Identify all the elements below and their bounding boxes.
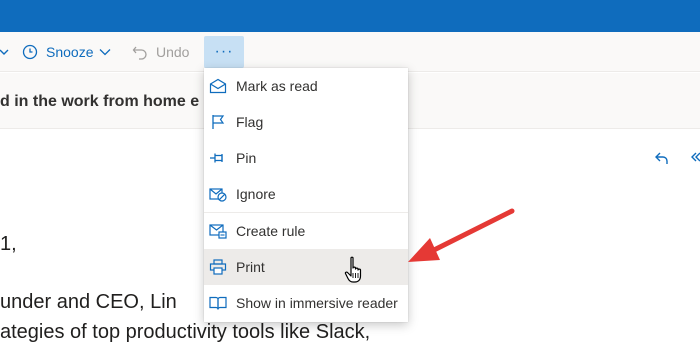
more-actions-menu: Mark as read Flag Pin Ignore Create rule…	[204, 68, 408, 322]
menu-item-print[interactable]: Print	[204, 249, 408, 285]
undo-label: Undo	[156, 44, 190, 60]
menu-item-label: Flag	[236, 114, 264, 130]
menu-item-mark-as-read[interactable]: Mark as read	[204, 68, 408, 104]
more-actions-icon: ···	[214, 43, 234, 60]
message-body-line: under and CEO, Lin	[0, 291, 177, 313]
immersive-reader-icon	[208, 293, 228, 313]
chevron-down-icon[interactable]	[99, 48, 111, 56]
menu-item-label: Show in immersive reader	[236, 295, 398, 311]
undo-button[interactable]: Undo	[132, 36, 189, 68]
chevron-down-icon[interactable]	[0, 44, 10, 60]
pin-icon	[208, 148, 228, 168]
reply-actions	[655, 152, 700, 164]
ignore-icon	[208, 184, 228, 204]
annotation-arrow	[408, 208, 515, 262]
more-actions-button[interactable]: ···	[204, 36, 244, 68]
clock-icon	[22, 44, 38, 60]
menu-item-pin[interactable]: Pin	[204, 140, 408, 176]
app-header-bar	[0, 0, 700, 32]
reply-icon[interactable]	[655, 152, 668, 164]
snooze-button[interactable]: Snooze	[22, 36, 111, 68]
menu-item-label: Ignore	[236, 186, 276, 202]
reply-all-icon[interactable]	[691, 152, 700, 162]
envelope-open-icon	[208, 76, 228, 96]
flag-icon	[208, 112, 228, 132]
message-subject: d in the work from home e	[0, 93, 200, 110]
message-body-line: 1,	[0, 233, 17, 255]
menu-item-label: Print	[236, 259, 265, 275]
menu-item-label: Pin	[236, 150, 257, 166]
menu-item-label: Create rule	[236, 223, 306, 239]
snooze-label: Snooze	[46, 44, 94, 60]
printer-icon	[208, 257, 228, 277]
undo-icon	[132, 46, 147, 60]
message-body-line: ategies of top productivity tools like S…	[0, 321, 371, 343]
menu-item-immersive-reader[interactable]: Show in immersive reader	[204, 285, 408, 321]
message-toolbar: Snooze Undo ···	[0, 32, 700, 72]
menu-item-create-rule[interactable]: Create rule	[204, 213, 408, 249]
menu-item-ignore[interactable]: Ignore	[204, 176, 408, 212]
menu-item-flag[interactable]: Flag	[204, 104, 408, 140]
hand-pointer-cursor	[344, 256, 362, 283]
menu-item-label: Mark as read	[236, 78, 318, 94]
rule-icon	[208, 221, 228, 241]
